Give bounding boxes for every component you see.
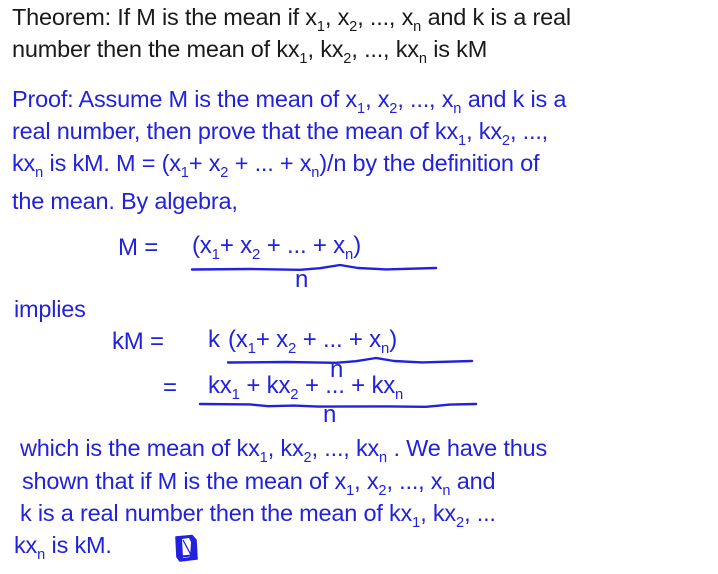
proof-text: + ... + x <box>228 150 312 176</box>
numerator-text: ) <box>389 326 398 353</box>
theorem-text: is kM <box>426 36 488 62</box>
equation-3-lhs: = <box>163 376 177 400</box>
conclusion-text: which is the mean of kx <box>20 435 260 461</box>
equation-1-lhs: M = <box>118 236 158 260</box>
numerator-text: + x <box>219 232 252 259</box>
fraction-bar-2 <box>226 356 474 366</box>
subscript: n <box>379 450 388 467</box>
subscript: n <box>37 547 46 564</box>
conclusion-text: , ..., kx <box>311 435 380 461</box>
theorem-text: , ..., kx <box>351 36 419 62</box>
subscript: n <box>380 341 390 358</box>
numerator-text: (x <box>228 326 248 353</box>
theorem-text: and k is a real <box>421 4 572 30</box>
equation-lhs-text: kM = <box>112 328 164 355</box>
conclusion-text: kx <box>14 532 38 558</box>
numerator-text: kx <box>208 372 232 399</box>
conclusion-text: . We have thus <box>387 435 548 461</box>
subscript: 1 <box>412 515 421 532</box>
conclusion-line-4: kxn is kM. <box>14 532 112 562</box>
conclusion-text: and <box>450 468 496 494</box>
numerator-text: + ... + x <box>296 326 381 353</box>
subscript: 1 <box>346 483 355 500</box>
conclusion-text: , kx <box>420 500 456 526</box>
subscript: 2 <box>287 341 297 358</box>
subscript: 1 <box>247 341 256 358</box>
implies-text: implies <box>14 296 86 322</box>
proof-text: real number, then prove that the mean of… <box>12 118 459 144</box>
proof-text: kx <box>12 150 36 176</box>
conclusion-line-1: which is the mean of kx1, kx2, ..., kxn … <box>20 435 548 465</box>
conclusion-line-2: shown that if M is the mean of x1, x2, .… <box>22 468 496 498</box>
subscript: n <box>344 247 354 264</box>
proof-line-4: the mean. By algebra, <box>12 188 238 214</box>
subscript: n <box>35 165 44 182</box>
conclusion-text: , ... <box>464 500 496 526</box>
subscript: n <box>418 51 427 68</box>
conclusion-text: is kM. <box>45 532 112 558</box>
proof-line-1: Proof: Assume M is the mean of x1, x2, .… <box>12 86 567 116</box>
proof-text: , x <box>365 86 390 112</box>
conclusion-text: , ..., x <box>386 468 443 494</box>
coefficient-text: k <box>208 326 220 353</box>
conclusion-text: , kx <box>267 435 304 461</box>
theorem-text: , kx <box>307 36 344 62</box>
proof-text: and k is a <box>461 86 567 112</box>
conclusion-line-3: k is a real number then the mean of kx1,… <box>20 500 496 530</box>
equation-3-numerator: kx1 + kx2 + ... + kxn <box>208 372 403 403</box>
subscript: 1 <box>180 165 189 182</box>
numerator-text: + ... + x <box>260 232 345 259</box>
equation-2-lhs: kM = <box>112 330 164 354</box>
subscript: 1 <box>356 101 366 118</box>
equation-lhs-text: = <box>163 374 177 401</box>
subscript: 1 <box>316 19 325 36</box>
subscript: 1 <box>458 133 467 150</box>
numerator-text: ) <box>353 232 362 259</box>
proof-text: , ..., <box>510 118 548 144</box>
numerator-text: + ... + kx <box>298 372 396 399</box>
equation-1-numerator: (x1+ x2 + ... + xn) <box>192 232 362 263</box>
subscript: 2 <box>455 515 465 532</box>
proof-line-2: real number, then prove that the mean of… <box>12 118 548 148</box>
theorem-text: number then the mean of kx <box>12 36 300 62</box>
numerator-text: + x <box>255 326 288 353</box>
fraction-bar-3 <box>198 400 478 410</box>
proof-text: , ..., x <box>397 86 454 112</box>
proof-text: the mean. By algebra, <box>12 188 238 214</box>
proof-text: + x <box>188 150 221 176</box>
proof-text: , kx <box>466 118 502 144</box>
conclusion-text: , x <box>354 468 379 494</box>
denominator-text: n <box>323 401 337 428</box>
proof-line-3: kxn is kM. M = (x1+ x2 + ... + xn)/n by … <box>12 150 540 180</box>
conclusion-text: shown that if M is the mean of x <box>22 468 347 494</box>
subscript: 2 <box>251 247 261 264</box>
proof-text: )/n by the definition of <box>319 150 540 176</box>
denominator-text: n <box>295 266 309 293</box>
subscript: 1 <box>299 51 308 68</box>
subscript: 1 <box>211 247 220 264</box>
theorem-text: , ..., x <box>357 4 414 30</box>
subscript: 2 <box>378 483 387 500</box>
equation-2-numerator: (x1+ x2 + ... + xn) <box>228 326 398 357</box>
numerator-text: + kx <box>239 372 291 399</box>
conclusion-text: k is a real number then the mean of kx <box>20 500 413 526</box>
theorem-line-2: number then the mean of kx1, kx2, ..., k… <box>12 36 488 66</box>
equation-1-denominator: n <box>295 268 308 292</box>
equation-3-denominator: n <box>323 403 336 427</box>
numerator-text: (x <box>192 232 212 259</box>
theorem-text: , x <box>324 4 350 30</box>
subscript: 1 <box>259 450 268 467</box>
subscript: 2 <box>501 133 510 150</box>
fraction-bar-1 <box>190 263 438 273</box>
equation-2-coefficient: k <box>208 328 220 352</box>
proof-text: Proof: Assume M is the mean of x <box>12 86 357 112</box>
equation-lhs-text: M = <box>118 234 159 261</box>
qed-tombstone-icon <box>172 533 202 570</box>
theorem-text: Theorem: If M is the mean if x <box>12 4 317 30</box>
implies-label: implies <box>14 296 86 322</box>
proof-text: is kM. M = (x <box>43 150 181 176</box>
theorem-line-1: Theorem: If M is the mean if x1, x2, ...… <box>12 4 572 34</box>
subscript: 2 <box>303 450 312 467</box>
